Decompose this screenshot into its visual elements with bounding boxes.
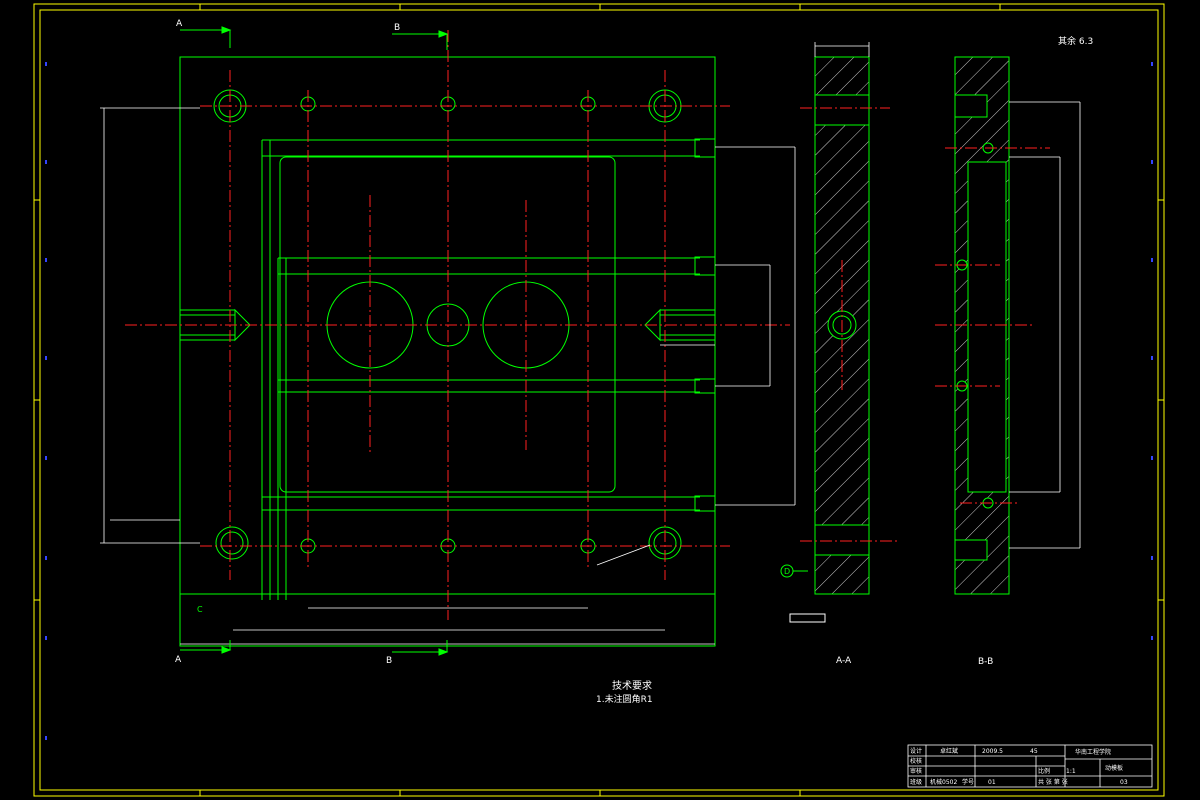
- label-datum-d: D: [784, 567, 790, 576]
- plan-view: [100, 26, 796, 656]
- tb-r1c3: 2009.5: [982, 748, 1003, 755]
- tb-r4c3: 学号: [962, 778, 974, 786]
- tb-r1c1: 设计: [910, 747, 922, 755]
- section-arrows: [180, 26, 449, 656]
- tb-r4c1: 班级: [910, 778, 922, 786]
- label-view-aa: A-A: [836, 656, 852, 666]
- tb-r1c4: 45: [1030, 748, 1038, 755]
- tb-r2c1: 校核: [910, 757, 922, 765]
- section-aa: [780, 42, 900, 623]
- notes-item-1: 1.未注圆角R1: [596, 693, 653, 705]
- tb-r4c5: 共 张 第 张: [1038, 778, 1068, 786]
- tb-r1c5: 华南工程学院: [1075, 748, 1111, 756]
- section-bb: [935, 56, 1081, 595]
- tb-r1c2: 卓红斌: [940, 747, 958, 755]
- tb-r2c5: 1:1: [1066, 768, 1076, 775]
- tb-r4c2: 机械0502: [930, 778, 957, 786]
- cad-drawing: A B A B A-A B-B C D 其余 6.3 技术要求 1.未注圆角R1…: [33, 3, 1165, 797]
- title-block: 设计 卓红斌 2009.5 45 华南工程学院 校核 比例 1:1 动模板 审核…: [907, 744, 1153, 788]
- plan-centerlines: [125, 30, 790, 620]
- tb-r2c6: 动模板: [1105, 764, 1123, 772]
- roughness-note: 其余 6.3: [1058, 35, 1093, 47]
- tb-r4c4: 01: [988, 779, 996, 786]
- label-section-a-bottom: A: [175, 655, 182, 665]
- notes-title: 技术要求: [612, 679, 652, 692]
- label-section-b-top: B: [394, 23, 400, 33]
- label-section-b-bottom: B: [386, 656, 392, 666]
- label-section-a-top: A: [176, 19, 183, 29]
- cooling-channels: [261, 138, 716, 600]
- tb-r3c1: 审核: [910, 767, 922, 775]
- tb-r4c6: 03: [1120, 779, 1128, 786]
- label-view-bb: B-B: [978, 657, 993, 667]
- label-datum-c: C: [197, 605, 203, 614]
- tb-r2c4: 比例: [1038, 767, 1050, 775]
